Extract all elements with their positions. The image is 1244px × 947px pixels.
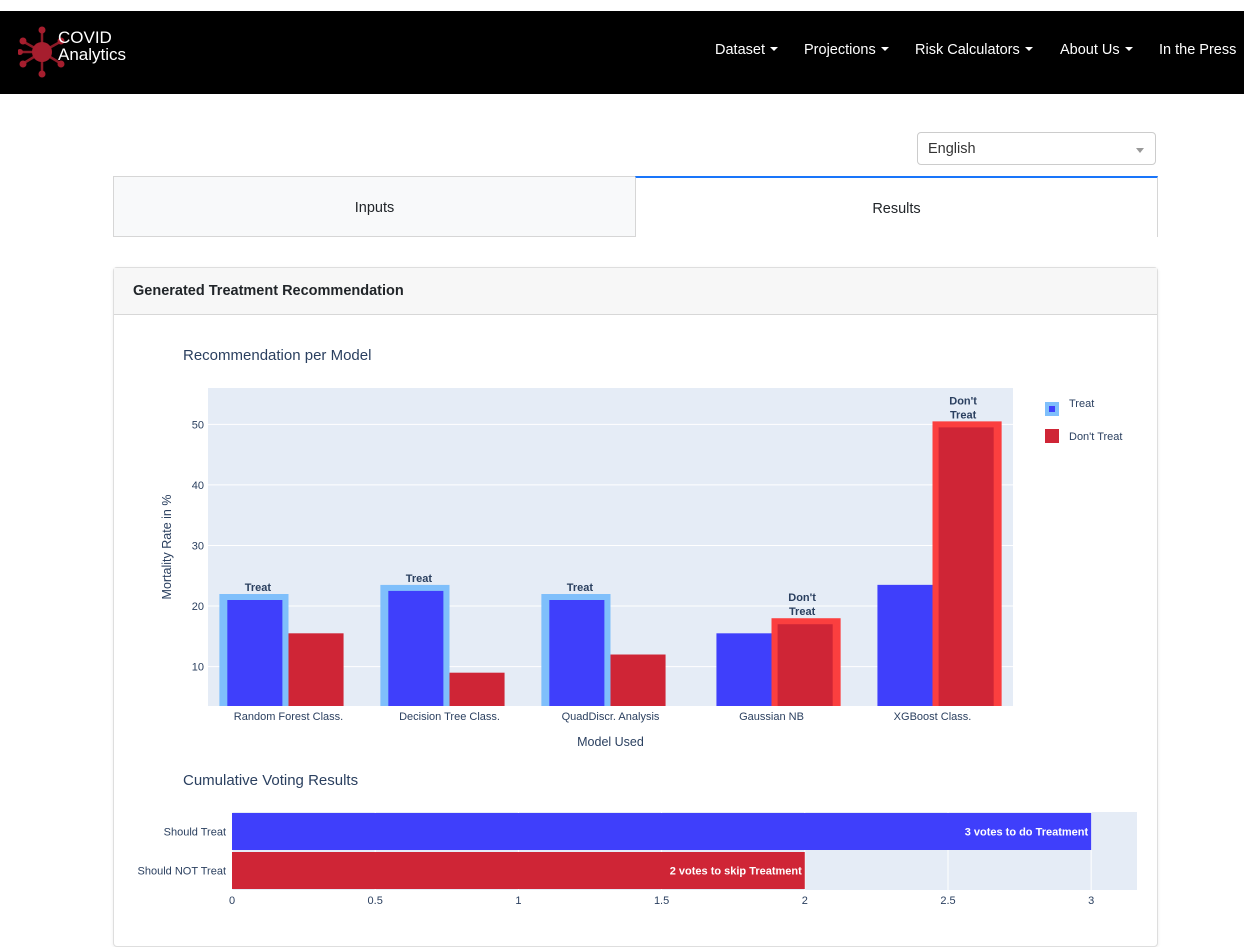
caret-down-icon <box>769 47 778 51</box>
bar-annotation-line2: Treat <box>950 409 977 421</box>
logo-line1: COVID <box>58 28 112 47</box>
legend-dont-treat-swatch <box>1045 429 1059 443</box>
bar-annotation: Treat <box>406 573 433 585</box>
dont-treat-bar <box>938 427 994 706</box>
legend-treat-swatch <box>1049 406 1055 412</box>
card-header: Generated Treatment Recommendation <box>114 268 1157 315</box>
bar-data-label: 2 votes to skip Treatment <box>670 866 802 878</box>
legend-dont-treat-label: Don't Treat <box>1069 431 1122 443</box>
x-tick-label: 0.5 <box>368 895 383 907</box>
x-tick-label: 1 <box>515 895 521 907</box>
treat-bar <box>716 633 772 706</box>
should-treat-bar <box>232 813 1092 850</box>
dont-treat-bar <box>610 654 666 706</box>
bar-annotation: Treat <box>567 582 594 594</box>
y-tick-label: 30 <box>192 540 204 552</box>
y-tick-label: 20 <box>192 601 204 613</box>
chart-title: Recommendation per Model <box>183 347 371 364</box>
bar-data-label: 3 votes to do Treatment <box>965 827 1089 839</box>
treat-bar <box>877 584 933 706</box>
card-title: Generated Treatment Recommendation <box>133 283 404 299</box>
nav-risk-calculators[interactable]: Risk Calculators <box>915 42 1033 58</box>
y-tick-label: 10 <box>192 662 204 674</box>
dont-treat-bar <box>288 633 344 706</box>
logo-line2: Analytics <box>58 45 127 64</box>
tab-results[interactable]: Results <box>635 176 1158 237</box>
voting-chart: Cumulative Voting Results 0 0.5 1 1.5 2 2.5 3 3 … <box>138 772 1137 907</box>
treat-bar <box>227 600 283 706</box>
nav-about-us[interactable]: About Us <box>1060 42 1133 58</box>
nav-projections[interactable]: Projections <box>804 42 889 58</box>
nav-about-us-label: About Us <box>1060 42 1120 58</box>
navbar: COVID Analytics Dataset Projections Risk… <box>0 11 1244 94</box>
x-tick-label: QuadDiscr. Analysis <box>562 711 660 723</box>
treat-bar <box>388 590 444 706</box>
nav-dataset-label: Dataset <box>715 42 765 58</box>
language-selected-value: English <box>928 141 976 157</box>
y-tick-label: Should NOT Treat <box>138 866 226 878</box>
legend-treat-label: Treat <box>1069 398 1094 410</box>
x-tick-label: Random Forest Class. <box>234 711 343 723</box>
x-tick-label: Gaussian NB <box>739 711 804 723</box>
caret-down-icon <box>880 47 889 51</box>
tab-inputs-label: Inputs <box>354 200 395 216</box>
x-tick-label: 2 <box>802 895 808 907</box>
nav-in-the-press[interactable]: In the Press <box>1159 42 1236 58</box>
bar-annotation: Treat <box>245 582 272 594</box>
nav-in-the-press-label: In the Press <box>1159 42 1237 58</box>
bar-annotation-line1: Don't <box>788 592 816 604</box>
y-axis-title: Mortality Rate in % <box>160 495 174 600</box>
tab-inputs[interactable]: Inputs <box>113 176 636 237</box>
nav-risk-calculators-label: Risk Calculators <box>915 42 1020 58</box>
y-tick-label: 40 <box>192 480 204 492</box>
nav-projections-label: Projections <box>804 42 876 58</box>
recommendation-chart: Recommendation per Model 10 20 30 40 50 Treat R… <box>160 347 1122 749</box>
y-tick-label: 50 <box>192 419 204 431</box>
x-axis-title: Model Used <box>577 735 644 749</box>
language-select[interactable]: English <box>917 132 1156 165</box>
treat-bar <box>549 600 605 706</box>
tab-results-label: Results <box>872 201 921 217</box>
x-tick-label: Decision Tree Class. <box>399 711 500 723</box>
caret-down-icon <box>1024 47 1033 51</box>
dont-treat-bar <box>449 672 505 706</box>
x-tick-label: 0 <box>229 895 235 907</box>
nav-dataset[interactable]: Dataset <box>715 42 778 58</box>
logo[interactable]: COVID Analytics <box>18 25 148 79</box>
x-tick-label: 2.5 <box>940 895 955 907</box>
caret-down-icon <box>1124 47 1133 51</box>
bar-annotation-line1: Don't <box>949 395 977 407</box>
x-tick-label: 1.5 <box>654 895 669 907</box>
x-tick-label: XGBoost Class. <box>894 711 972 723</box>
chart-title: Cumulative Voting Results <box>183 772 358 789</box>
chevron-down-icon <box>1136 148 1144 153</box>
bar-annotation-line2: Treat <box>789 606 816 618</box>
dont-treat-bar <box>777 624 833 706</box>
logo-text: COVID Analytics <box>58 29 126 63</box>
y-tick-label: Should Treat <box>164 827 226 839</box>
x-tick-label: 3 <box>1088 895 1094 907</box>
